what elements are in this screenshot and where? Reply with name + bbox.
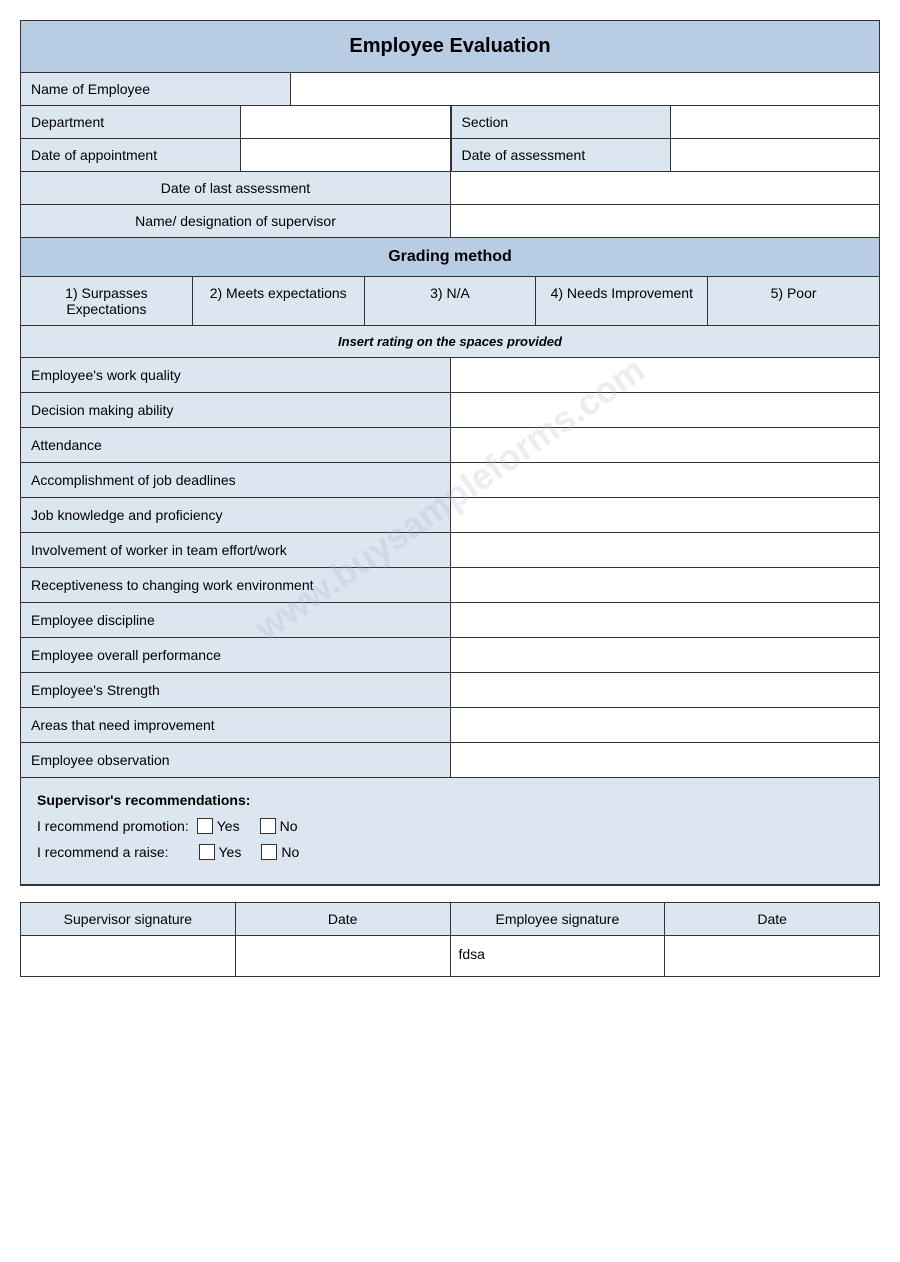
promotion-yes-item[interactable]: Yes	[197, 818, 240, 834]
sig-date1-value[interactable]	[236, 936, 451, 976]
dept-label: Department	[21, 106, 241, 138]
section-label: Section	[451, 106, 671, 138]
eval-label-12: Employee observation	[21, 743, 451, 777]
grade-2: 2) Meets expectations	[193, 277, 365, 325]
grading-row: 1) Surpasses Expectations 2) Meets expec…	[21, 277, 879, 326]
sig-header-row: Supervisor signature Date Employee signa…	[21, 903, 879, 936]
eval-row-7: Receptiveness to changing work environme…	[21, 568, 879, 603]
last-assessment-row: Date of last assessment	[21, 172, 879, 205]
section-value[interactable]	[671, 106, 880, 138]
eval-label-2: Decision making ability	[21, 393, 451, 427]
promotion-checkboxes: Yes No	[197, 818, 318, 834]
sig-header-date2: Date	[665, 903, 879, 935]
eval-value-6[interactable]	[451, 533, 879, 567]
eval-row-11: Areas that need improvement	[21, 708, 879, 743]
eval-label-10: Employee's Strength	[21, 673, 451, 707]
sig-header-supervisor: Supervisor signature	[21, 903, 236, 935]
dept-section-row: Department Section	[21, 106, 879, 139]
eval-row-2: Decision making ability	[21, 393, 879, 428]
raise-checkboxes: Yes No	[199, 844, 320, 860]
eval-value-9[interactable]	[451, 638, 879, 672]
eval-label-7: Receptiveness to changing work environme…	[21, 568, 451, 602]
promotion-no-item[interactable]: No	[260, 818, 298, 834]
raise-no-item[interactable]: No	[261, 844, 299, 860]
eval-label-1: Employee's work quality	[21, 358, 451, 392]
supervisor-rec-title: Supervisor's recommendations:	[37, 792, 863, 808]
grade-3: 3) N/A	[365, 277, 537, 325]
sig-data-row: fdsa	[21, 936, 879, 976]
name-label: Name of Employee	[21, 73, 291, 105]
raise-label: I recommend a raise:	[37, 844, 169, 860]
eval-row-9: Employee overall performance	[21, 638, 879, 673]
eval-row-8: Employee discipline	[21, 603, 879, 638]
eval-label-11: Areas that need improvement	[21, 708, 451, 742]
raise-no-checkbox[interactable]	[261, 844, 277, 860]
appt-label: Date of appointment	[21, 139, 241, 171]
eval-row-10: Employee's Strength	[21, 673, 879, 708]
supervisor-name-value[interactable]	[451, 205, 879, 237]
signature-table: Supervisor signature Date Employee signa…	[20, 902, 880, 977]
promotion-no-checkbox[interactable]	[260, 818, 276, 834]
eval-value-11[interactable]	[451, 708, 879, 742]
sig-header-employee: Employee signature	[451, 903, 666, 935]
eval-label-3: Attendance	[21, 428, 451, 462]
eval-label-8: Employee discipline	[21, 603, 451, 637]
last-assess-label: Date of last assessment	[21, 172, 451, 204]
assess-label: Date of assessment	[451, 139, 671, 171]
eval-row-12: Employee observation	[21, 743, 879, 778]
eval-value-2[interactable]	[451, 393, 879, 427]
supervisor-name-row: Name/ designation of supervisor	[21, 205, 879, 238]
promotion-no-label: No	[280, 818, 298, 834]
instruction-row: Insert rating on the spaces provided	[21, 326, 879, 358]
appt-value[interactable]	[241, 139, 451, 171]
sig-employee-value[interactable]: fdsa	[451, 936, 666, 976]
eval-label-5: Job knowledge and proficiency	[21, 498, 451, 532]
sig-date2-value[interactable]	[665, 936, 879, 976]
name-value[interactable]	[291, 73, 879, 105]
eval-row-4: Accomplishment of job deadlines	[21, 463, 879, 498]
eval-row-6: Involvement of worker in team effort/wor…	[21, 533, 879, 568]
promotion-label: I recommend promotion:	[37, 818, 189, 834]
grade-1: 1) Surpasses Expectations	[21, 277, 193, 325]
raise-line: I recommend a raise: Yes No	[37, 844, 863, 860]
date-appt-row: Date of appointment Date of assessment	[21, 139, 879, 172]
supervisor-recommendations: Supervisor's recommendations: I recommen…	[21, 778, 879, 885]
eval-row-5: Job knowledge and proficiency	[21, 498, 879, 533]
grade-5: 5) Poor	[708, 277, 879, 325]
form-title: Employee Evaluation	[21, 21, 879, 73]
eval-value-3[interactable]	[451, 428, 879, 462]
eval-value-5[interactable]	[451, 498, 879, 532]
eval-value-8[interactable]	[451, 603, 879, 637]
eval-label-4: Accomplishment of job deadlines	[21, 463, 451, 497]
promotion-yes-checkbox[interactable]	[197, 818, 213, 834]
grading-header: Grading method	[21, 238, 879, 277]
eval-value-12[interactable]	[451, 743, 879, 777]
raise-no-label: No	[281, 844, 299, 860]
eval-value-10[interactable]	[451, 673, 879, 707]
last-assess-value[interactable]	[451, 172, 879, 204]
eval-row-1: Employee's work quality	[21, 358, 879, 393]
eval-label-6: Involvement of worker in team effort/wor…	[21, 533, 451, 567]
assess-value[interactable]	[671, 139, 880, 171]
eval-row-3: Attendance	[21, 428, 879, 463]
raise-yes-checkbox[interactable]	[199, 844, 215, 860]
evaluation-form: Employee Evaluation Name of Employee Dep…	[20, 20, 880, 886]
promotion-yes-label: Yes	[217, 818, 240, 834]
promotion-line: I recommend promotion: Yes No	[37, 818, 863, 834]
grade-4: 4) Needs Improvement	[536, 277, 708, 325]
eval-label-9: Employee overall performance	[21, 638, 451, 672]
sig-header-date1: Date	[236, 903, 451, 935]
eval-value-4[interactable]	[451, 463, 879, 497]
eval-value-1[interactable]	[451, 358, 879, 392]
dept-value[interactable]	[241, 106, 451, 138]
sig-supervisor-value[interactable]	[21, 936, 236, 976]
raise-yes-item[interactable]: Yes	[199, 844, 242, 860]
eval-value-7[interactable]	[451, 568, 879, 602]
name-row: Name of Employee	[21, 73, 879, 106]
supervisor-name-label: Name/ designation of supervisor	[21, 205, 451, 237]
raise-yes-label: Yes	[219, 844, 242, 860]
